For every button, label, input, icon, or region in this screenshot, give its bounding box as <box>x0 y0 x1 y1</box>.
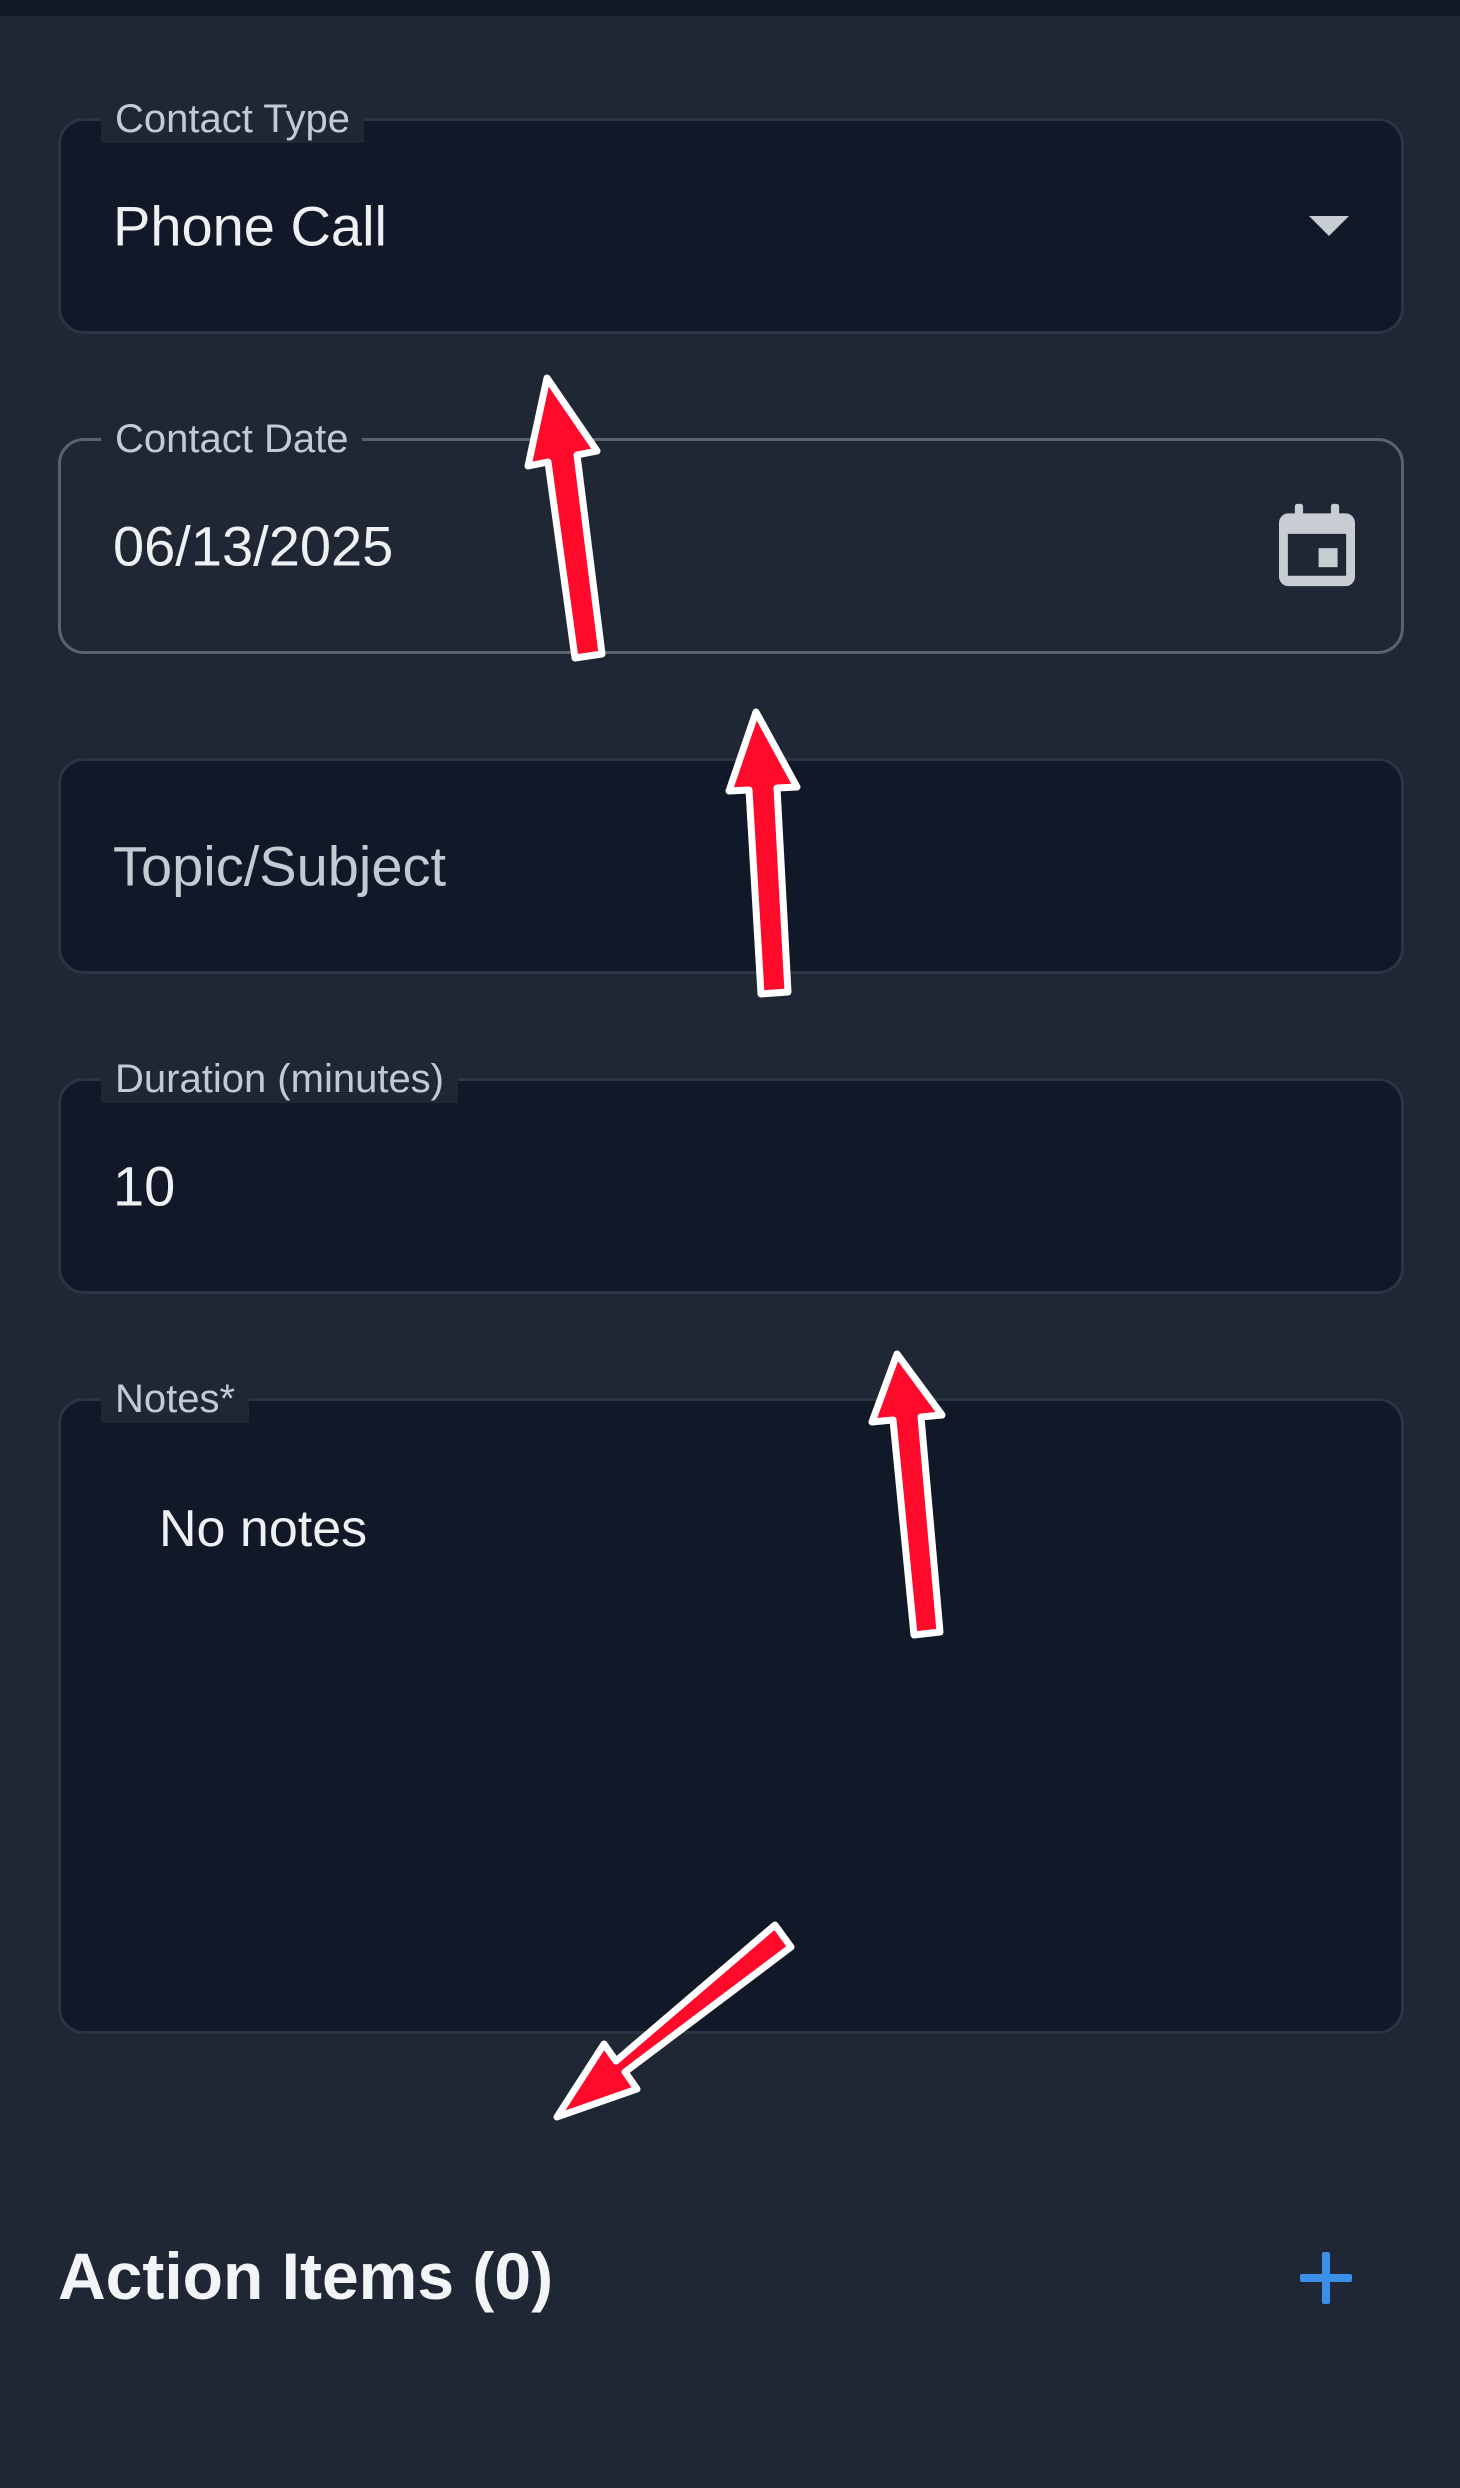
plus-icon[interactable] <box>1296 2248 1356 2308</box>
topic-subject-placeholder: Topic/Subject <box>113 834 447 898</box>
notes-value: No notes <box>159 1500 368 1558</box>
notes-field[interactable]: Notes* No notes <box>58 1375 1404 2034</box>
topic-subject-field[interactable]: Topic/Subject <box>58 758 1404 974</box>
chevron-down-icon[interactable] <box>1309 216 1349 236</box>
top-bar <box>0 0 1460 16</box>
duration-field[interactable]: Duration (minutes) 10 <box>58 1055 1404 1294</box>
contact-date-label: Contact Date <box>101 415 363 463</box>
duration-value: 10 <box>113 1154 176 1218</box>
calendar-icon[interactable] <box>1279 503 1355 587</box>
contact-type-label: Contact Type <box>101 95 364 143</box>
notes-label: Notes* <box>101 1375 250 1423</box>
contact-type-select[interactable]: Contact Type Phone Call <box>58 95 1404 334</box>
duration-label: Duration (minutes) <box>101 1055 459 1103</box>
contact-date-field[interactable]: Contact Date 06/13/2025 <box>58 415 1404 654</box>
contact-type-value: Phone Call <box>113 194 387 258</box>
contact-date-value: 06/13/2025 <box>113 514 394 578</box>
action-items-title: Action Items (0) <box>58 2239 554 2313</box>
